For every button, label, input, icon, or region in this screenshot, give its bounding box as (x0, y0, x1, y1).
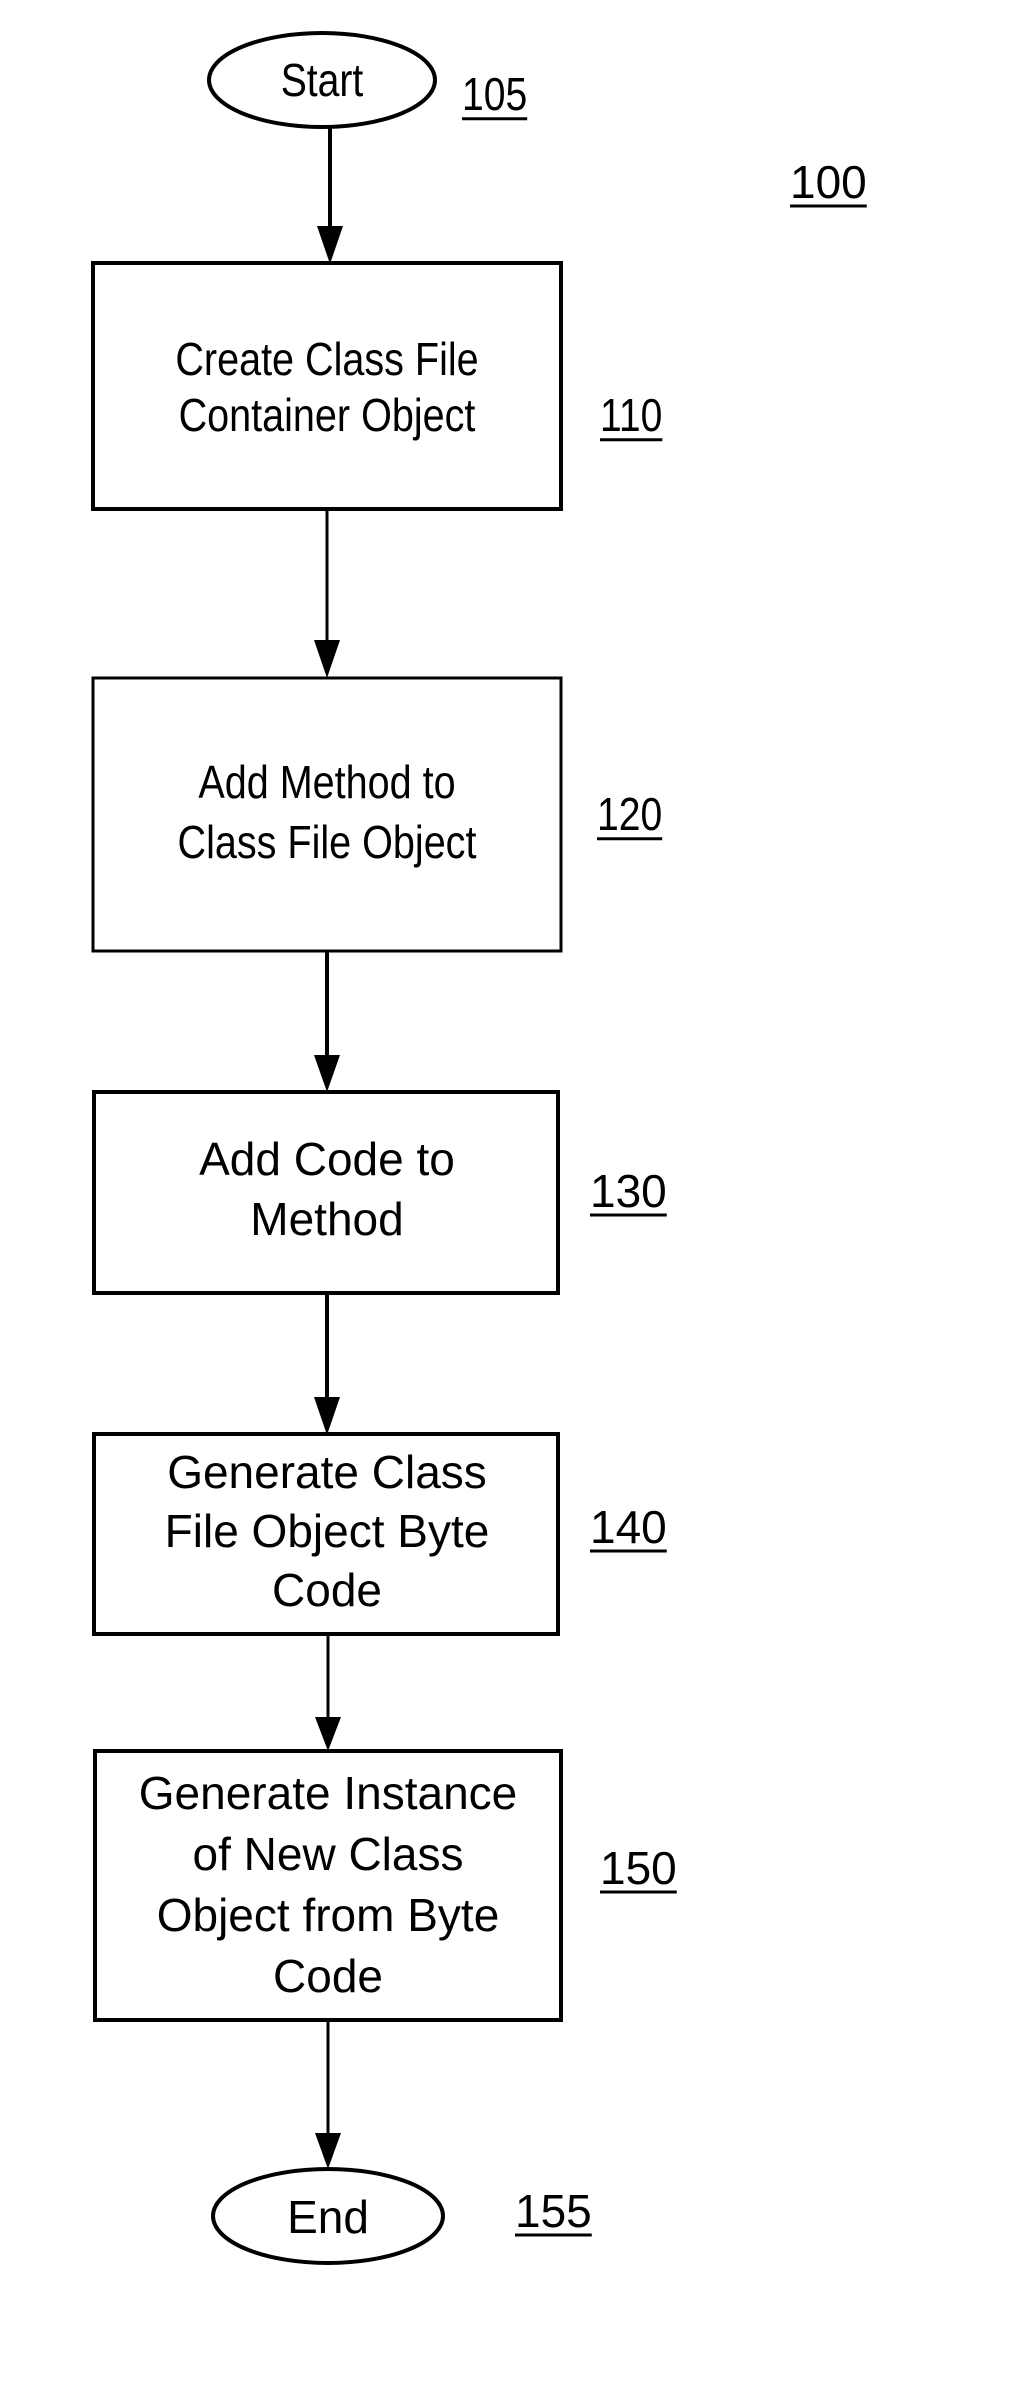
figure-label: 100 (790, 156, 867, 208)
edge-150-to-end (315, 2020, 341, 2169)
step-label-line: Generate Class (167, 1446, 487, 1498)
step-label-line: Add Method to (198, 757, 455, 808)
edge-120-to-130 (314, 951, 340, 1092)
step-label-line: Method (250, 1193, 403, 1245)
step-label-line: Object from Byte (157, 1889, 500, 1941)
step-label-line: Add Code to (199, 1133, 455, 1185)
arrowhead-icon (315, 1717, 341, 1751)
edge-140-to-150 (315, 1634, 341, 1751)
edge-start-to-110 (317, 126, 343, 264)
arrowhead-icon (315, 2133, 341, 2169)
process-box (91, 676, 563, 953)
process-box (91, 261, 563, 511)
step-label-line: Code (273, 1950, 383, 2002)
step-label-line: of New Class (193, 1828, 464, 1880)
start-terminal: Start 105 (207, 31, 528, 129)
arrowhead-icon (314, 1055, 340, 1092)
end-terminal: End 155 (211, 2167, 592, 2265)
step-label-line: Container Object (179, 390, 476, 441)
reference-numeral: 120 (597, 789, 662, 841)
terminal-label: Start (281, 55, 364, 107)
process-step-110: Create Class File Container Object 110 (91, 261, 663, 511)
flowchart: 100 Start 105 Create Class File Containe… (91, 31, 867, 2265)
step-label-line: Create Class File (175, 334, 478, 385)
process-step-130: Add Code to Method 130 (92, 1090, 667, 1295)
edge-130-to-140 (314, 1293, 340, 1435)
process-step-150: Generate Instance of New Class Object fr… (93, 1749, 677, 2022)
reference-numeral: 150 (600, 1842, 677, 1894)
step-label-line: Code (272, 1564, 382, 1616)
step-label-line: File Object Byte (165, 1505, 490, 1557)
reference-numeral: 155 (515, 2185, 592, 2237)
reference-numeral: 130 (590, 1165, 667, 1217)
edge-110-to-120 (314, 510, 340, 678)
process-step-140: Generate Class File Object Byte Code 140 (92, 1432, 667, 1636)
step-label-line: Class File Object (178, 817, 477, 868)
process-step-120: Add Method to Class File Object 120 (91, 676, 663, 953)
step-label-line: Generate Instance (139, 1767, 517, 1819)
terminal-label: End (287, 2191, 369, 2243)
arrowhead-icon (314, 1397, 340, 1435)
reference-numeral: 110 (600, 390, 662, 442)
arrowhead-icon (314, 640, 340, 678)
reference-numeral: 140 (590, 1501, 667, 1553)
reference-numeral: 105 (462, 69, 527, 121)
arrowhead-icon (317, 226, 343, 264)
